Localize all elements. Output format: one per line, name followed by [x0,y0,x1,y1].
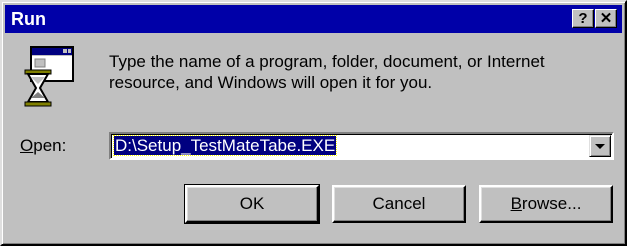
open-label: Open: [20,136,66,156]
run-program-icon [24,46,74,107]
open-label-mnemonic: O [20,136,34,155]
window-title: Run [11,9,46,29]
open-label-rest: pen: [33,136,67,155]
browse-button[interactable]: Browse... [479,185,613,223]
close-button[interactable]: ✕ [595,9,617,28]
open-combobox[interactable]: D:\Setup_TestMateTabe.EXE [109,132,614,160]
cancel-button[interactable]: Cancel [332,185,466,223]
dropdown-arrow-button[interactable] [589,135,611,157]
open-input-selected-text[interactable]: D:\Setup_TestMateTabe.EXE [112,135,338,156]
title-bar[interactable]: Run ? ✕ [5,5,622,33]
open-input[interactable]: D:\Setup_TestMateTabe.EXE [112,135,582,156]
browse-label-rest: rowse... [521,194,582,213]
instruction-line-1: Type the name of a program, folder, docu… [109,52,545,71]
close-icon: ✕ [599,10,613,27]
browse-mnemonic: B [510,194,522,213]
run-dialog: Run ? ✕ Type the name of a program, fold… [0,0,627,246]
instruction-text: Type the name of a program, folder, docu… [109,51,614,93]
help-button[interactable]: ? [572,9,594,28]
ok-button[interactable]: OK [184,184,320,224]
instruction-line-2: resource, and Windows will open it for y… [109,73,433,92]
help-icon: ? [578,10,588,27]
